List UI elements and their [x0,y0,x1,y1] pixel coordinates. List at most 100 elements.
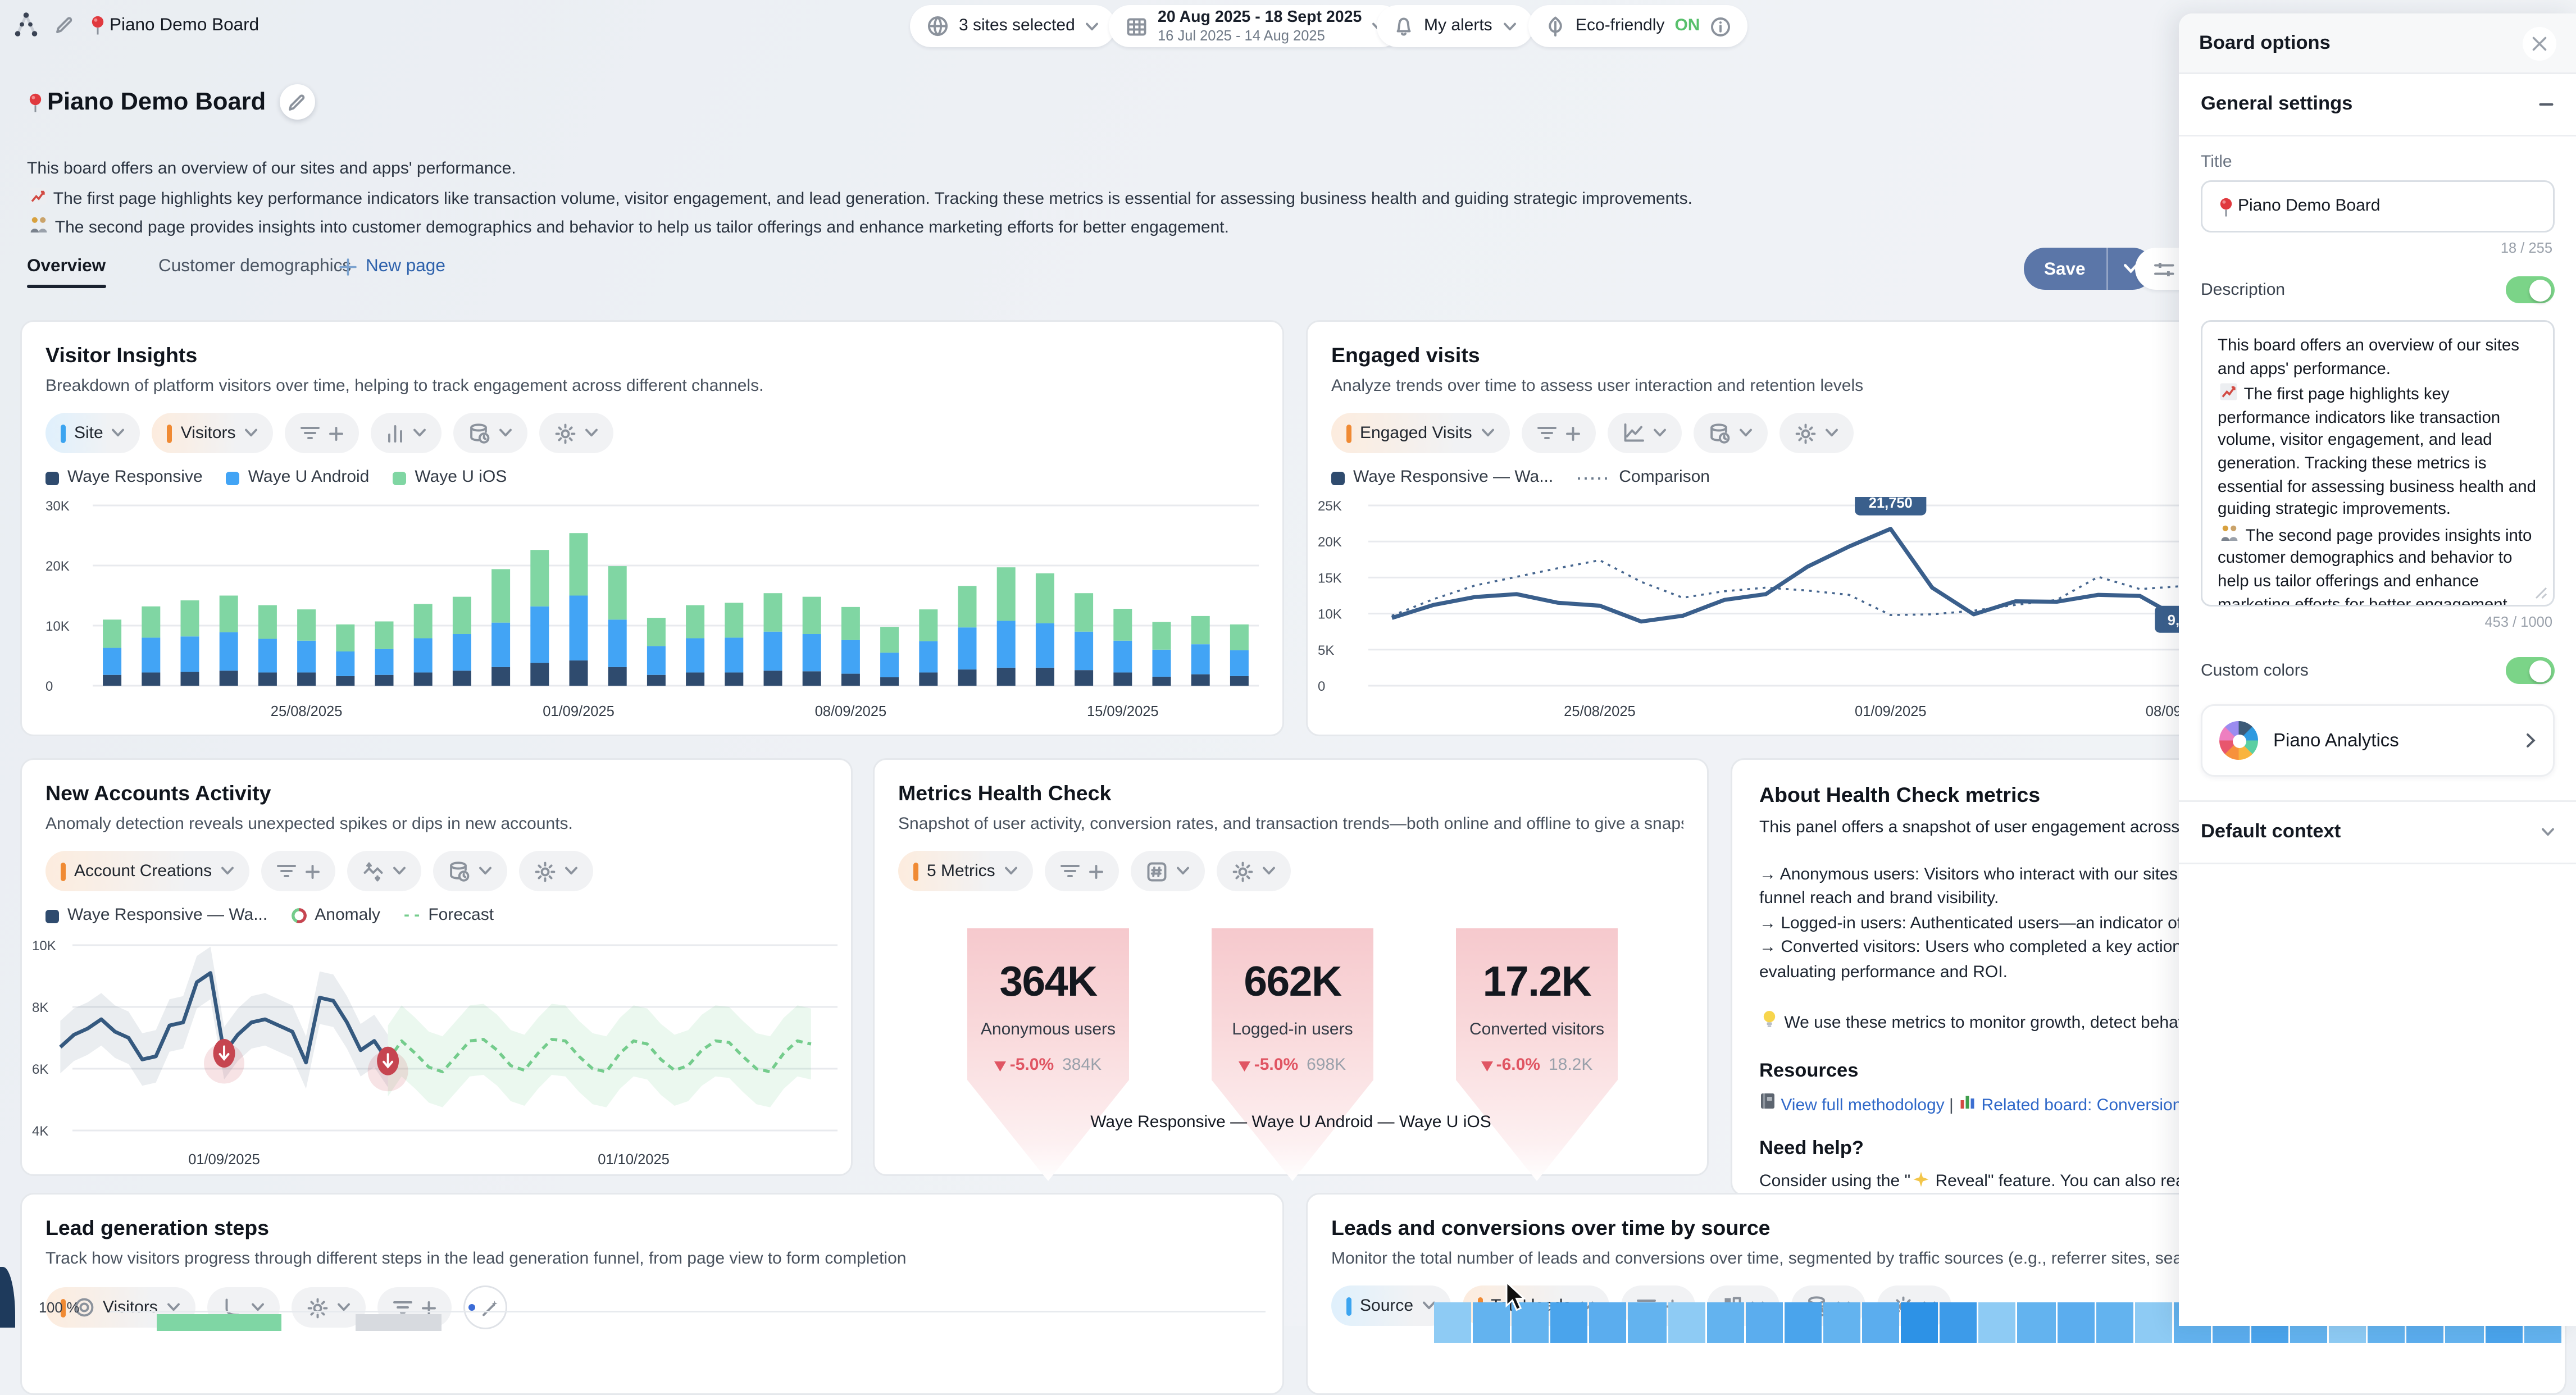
heatmap-cell[interactable] [1745,1302,1782,1343]
heatmap-cell[interactable] [2134,1302,2172,1343]
anomaly-button[interactable] [347,851,421,891]
chevron-down-icon [499,428,512,438]
chevron-down-icon [1004,866,1017,876]
kpi-tiles: 364K Anonymous users -5.0%384K 662K Logg… [967,928,1618,1181]
eco-friendly-toggle[interactable]: Eco-friendly ON [1528,5,1747,47]
line-chart-icon [1622,423,1644,443]
description-paragraph: This board offers an overview of our sit… [2218,335,2537,381]
settings-gear-button[interactable] [518,851,593,891]
metric-pill-visitors[interactable]: Visitors [152,413,273,453]
svg-text:01/09/2025: 01/09/2025 [1855,704,1927,719]
svg-text:10K: 10K [45,619,70,634]
save-button[interactable]: Save [2024,248,2153,290]
legend-item[interactable]: Waye Responsive — Wa... [1331,468,1553,487]
close-panel-button[interactable] [2522,26,2556,60]
heatmap-cell[interactable] [2096,1302,2133,1343]
metric-pill-5-metrics[interactable]: 5 Metrics [898,851,1032,891]
custom-colors-toggle[interactable] [2505,657,2554,684]
info-icon[interactable] [1710,16,1730,37]
settings-gear-button[interactable] [539,413,613,453]
separator: | [1949,1096,1954,1115]
dimension-pill-source[interactable]: Source [1331,1285,1450,1326]
filter-button[interactable] [1044,851,1118,891]
hash-icon [1145,860,1167,882]
tab-customer-demographics[interactable]: Customer demographics [158,256,351,276]
card-title: Metrics Health Check [898,782,1683,805]
anomaly-icon [362,860,384,882]
edit-board-icon[interactable] [54,15,74,35]
piano-analytics-logo-icon[interactable] [13,12,39,37]
settings-gear-button[interactable] [291,1287,365,1328]
heatmap-cell[interactable] [2057,1302,2094,1343]
card-subtitle: Track how visitors progress through diff… [45,1250,1259,1269]
filter-button[interactable] [1521,413,1595,453]
heatmap-cell[interactable] [1590,1302,1627,1343]
legend-item[interactable]: Waye U Android [226,468,370,487]
card-title: Visitor Insights [45,344,1259,367]
default-context-header[interactable]: Default context [2179,802,2576,863]
people-icon [29,216,49,234]
description-textarea[interactable]: This board offers an overview of our sit… [2201,320,2554,607]
settings-gear-button[interactable] [1216,851,1290,891]
heatmap-cell[interactable] [1668,1302,1705,1343]
filter-icon [392,1299,412,1316]
legend-item[interactable]: Waye U iOS [393,468,507,487]
heatmap-cell[interactable] [1823,1302,1860,1343]
heatmap-cell[interactable] [1940,1302,1977,1343]
sites-selector[interactable]: 3 sites selected [910,5,1116,47]
filter-button[interactable] [261,851,335,891]
legend-item[interactable]: - -Forecast [404,906,494,925]
settings-gear-button[interactable] [1779,413,1853,453]
chart-type-button[interactable] [371,413,442,453]
metric-pill-account-creations[interactable]: Account Creations [45,851,249,891]
heatmap-cell[interactable] [1628,1302,1665,1343]
color-palette-card[interactable]: Piano Analytics [2201,704,2554,777]
heatmap-cell[interactable] [1434,1302,1471,1343]
board-options-panel: Board options General settings Title Pia… [2179,13,2576,1326]
breadcrumb-board-title: Piano Demo Board [89,15,259,35]
kpi-tile: 17.2K Converted visitors -6.0%18.2K [1456,928,1618,1181]
chevron-down-icon [244,428,258,438]
heatmap-cell[interactable] [1706,1302,1744,1343]
pin-icon [89,15,106,35]
description-toggle[interactable] [2505,276,2554,303]
legend-item[interactable]: Anomaly [291,906,380,925]
filter-button[interactable] [285,413,359,453]
legend-item[interactable]: Waye Responsive — Wa... [45,906,267,925]
svg-text:4K: 4K [32,1124,48,1139]
data-source-button[interactable] [1693,413,1767,453]
general-settings-header[interactable]: General settings [2179,74,2576,135]
resize-handle-icon[interactable] [2534,586,2547,600]
svg-text:5K: 5K [1318,643,1334,658]
link-view-methodology[interactable]: View full methodology [1781,1096,1944,1115]
legend-item[interactable]: Waye Responsive [45,468,203,487]
svg-text:10K: 10K [32,938,56,954]
edit-title-button[interactable] [279,84,315,120]
metric-pill-engaged-visits[interactable]: Engaged Visits [1331,413,1509,453]
svg-text:15K: 15K [1318,571,1342,586]
heatmap-cell[interactable] [1901,1302,1938,1343]
data-source-button[interactable] [433,851,507,891]
date-range-selector[interactable]: 20 Aug 2025 - 18 Sept 2025 16 Jul 2025 -… [1109,5,1402,47]
legend-item[interactable]: ·····Comparison [1577,468,1710,487]
ai-wand-button[interactable] [463,1285,507,1329]
filter-icon [276,863,296,879]
svg-text:01/10/2025: 01/10/2025 [598,1152,670,1168]
database-icon [468,422,490,444]
heatmap-cell[interactable] [2018,1302,2055,1343]
dimension-pill-site[interactable]: Site [45,413,140,453]
chart-type-button[interactable] [1607,413,1681,453]
new-page-button[interactable]: New page [339,256,445,276]
tab-overview[interactable]: Overview [27,256,106,276]
svg-text:20K: 20K [1318,535,1342,550]
heatmap-cell[interactable] [1785,1302,1822,1343]
data-source-button[interactable] [453,413,527,453]
my-alerts-button[interactable]: My alerts [1377,5,1533,47]
heatmap-cell[interactable] [1979,1302,2016,1343]
title-input[interactable]: Piano Demo Board [2201,180,2554,233]
heatmap-cell[interactable] [1862,1302,1899,1343]
gear-icon [534,860,556,882]
number-format-button[interactable] [1130,851,1204,891]
card-metrics-health: Metrics Health Check Snapshot of user ac… [873,758,1709,1176]
heatmap-cell[interactable] [1551,1302,1588,1343]
